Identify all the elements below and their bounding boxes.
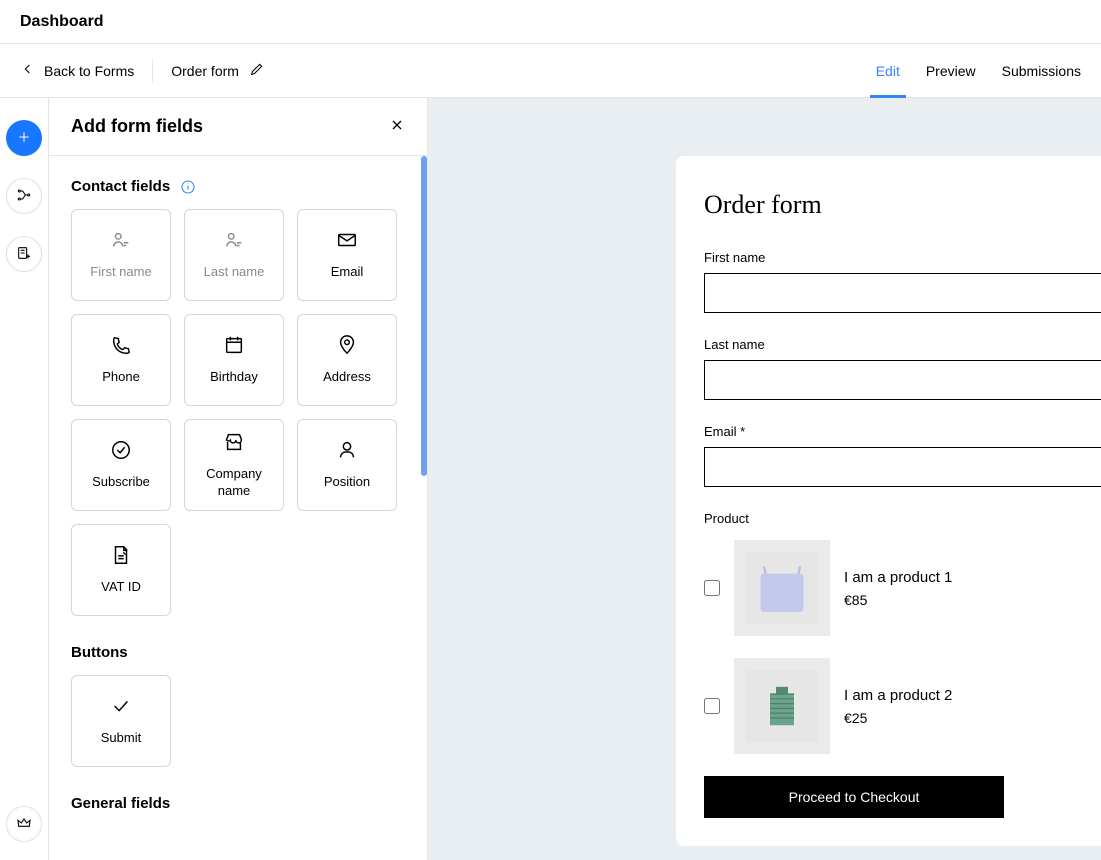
product-section-label: Product: [704, 511, 1101, 526]
product-thumb: [734, 540, 830, 636]
product-name: I am a product 1: [844, 569, 952, 586]
section-title-text: Contact fields: [71, 178, 170, 195]
tab-edit[interactable]: Edit: [876, 44, 900, 97]
field-submit[interactable]: Submit: [71, 675, 171, 767]
envelope-icon: [336, 229, 358, 254]
field-phone[interactable]: Phone: [71, 314, 171, 406]
form-field-email[interactable]: Email *: [704, 424, 1101, 487]
field-address[interactable]: Address: [297, 314, 397, 406]
product-info: I am a product 2 €25: [844, 687, 952, 726]
main-content: Add form fields Contact fields: [0, 98, 1101, 860]
back-label: Back to Forms: [44, 63, 134, 79]
panel-body: Contact fields First name: [49, 156, 427, 860]
field-label: Address: [323, 369, 371, 385]
info-icon[interactable]: [180, 179, 196, 195]
last-name-input[interactable]: [704, 360, 1101, 400]
field-label: Position: [324, 474, 370, 490]
rules-button[interactable]: [6, 178, 42, 214]
product-checkbox[interactable]: [704, 580, 720, 596]
person-text-icon: [223, 229, 245, 254]
form-name-text: Order form: [171, 63, 239, 79]
add-button[interactable]: [6, 120, 42, 156]
field-label: Submit: [101, 730, 141, 746]
phone-icon: [110, 334, 132, 359]
dashboard-header: Dashboard: [0, 0, 1101, 44]
tab-preview[interactable]: Preview: [926, 44, 976, 97]
store-icon: [223, 431, 245, 456]
subheader: Back to Forms Order form Edit Preview Su…: [0, 44, 1101, 98]
upgrade-button[interactable]: [6, 806, 42, 842]
field-subscribe[interactable]: Subscribe: [71, 419, 171, 511]
field-label: Subscribe: [92, 474, 150, 490]
field-label: Email: [331, 264, 364, 280]
field-last-name[interactable]: Last name: [184, 209, 284, 301]
product-thumb: [734, 658, 830, 754]
field-label: Company name: [191, 466, 277, 499]
field-label: Phone: [102, 369, 140, 385]
invoice-icon: [110, 544, 132, 569]
fields-panel: Add form fields Contact fields: [48, 98, 428, 860]
back-to-forms-link[interactable]: Back to Forms: [20, 61, 134, 80]
field-company[interactable]: Company name: [184, 419, 284, 511]
form-canvas[interactable]: Order form First name Last name Email * …: [428, 98, 1101, 860]
layout-button[interactable]: [6, 236, 42, 272]
arrow-left-icon: [20, 61, 36, 80]
field-vat[interactable]: VAT ID: [71, 524, 171, 616]
section-buttons: Buttons: [71, 644, 405, 661]
field-label: Birthday: [210, 369, 258, 385]
field-email[interactable]: Email: [297, 209, 397, 301]
checkmark-icon: [110, 695, 132, 720]
branch-icon: [16, 187, 32, 206]
form-add-icon: [16, 245, 32, 264]
field-birthday[interactable]: Birthday: [184, 314, 284, 406]
email-input[interactable]: [704, 447, 1101, 487]
contact-fields-grid: First name Last name Email: [71, 209, 405, 616]
product-checkbox[interactable]: [704, 698, 720, 714]
section-title-text: Buttons: [71, 644, 128, 661]
pencil-icon: [249, 61, 265, 80]
last-name-label: Last name: [704, 337, 1101, 352]
field-label: Last name: [204, 264, 265, 280]
tabs: Edit Preview Submissions: [876, 44, 1081, 97]
pin-icon: [336, 334, 358, 359]
first-name-input[interactable]: [704, 273, 1101, 313]
plus-icon: [16, 129, 32, 148]
form-preview[interactable]: Order form First name Last name Email * …: [676, 156, 1101, 846]
email-label: Email *: [704, 424, 1101, 439]
close-icon[interactable]: [389, 117, 405, 136]
section-general-fields: General fields: [71, 795, 405, 812]
form-field-first-name[interactable]: First name: [704, 250, 1101, 313]
check-circle-icon: [110, 439, 132, 464]
product-price: €85: [844, 592, 952, 608]
form-name-edit[interactable]: Order form: [171, 61, 265, 80]
panel-title: Add form fields: [71, 116, 203, 137]
buttons-grid: Submit: [71, 675, 405, 767]
left-rail: [0, 98, 48, 860]
product-price: €25: [844, 710, 952, 726]
checkout-button[interactable]: Proceed to Checkout: [704, 776, 1004, 818]
field-position[interactable]: Position: [297, 419, 397, 511]
first-name-label: First name: [704, 250, 1101, 265]
panel-header: Add form fields: [49, 98, 427, 156]
divider: [152, 59, 153, 83]
section-title-text: General fields: [71, 795, 170, 812]
scrollbar[interactable]: [421, 156, 427, 476]
section-contact-fields: Contact fields: [71, 178, 405, 195]
product-row[interactable]: I am a product 1 €85: [704, 540, 1101, 636]
calendar-icon: [223, 334, 245, 359]
form-title: Order form: [704, 190, 1101, 220]
form-field-last-name[interactable]: Last name: [704, 337, 1101, 400]
page-title: Dashboard: [20, 13, 104, 31]
product-name: I am a product 2: [844, 687, 952, 704]
field-label: First name: [90, 264, 151, 280]
field-label: VAT ID: [101, 579, 141, 595]
field-first-name[interactable]: First name: [71, 209, 171, 301]
person-text-icon: [110, 229, 132, 254]
product-row[interactable]: I am a product 2 €25: [704, 658, 1101, 754]
person-icon: [336, 439, 358, 464]
crown-icon: [16, 815, 32, 834]
product-info: I am a product 1 €85: [844, 569, 952, 608]
tab-submissions[interactable]: Submissions: [1002, 44, 1081, 97]
